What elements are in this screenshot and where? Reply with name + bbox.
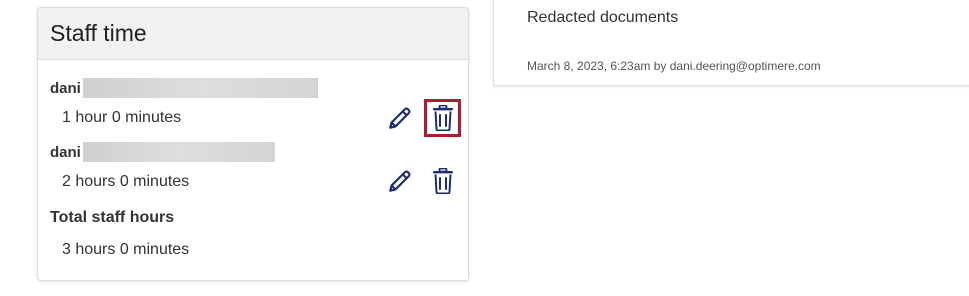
staff-entry-duration: 2 hours 0 minutes (62, 173, 190, 190)
staff-entry-name: dani (50, 78, 318, 98)
staff-entry-name-text: dani (50, 143, 81, 161)
trash-icon (433, 168, 453, 194)
document-meta: March 8, 2023, 6:23am by dani.deering@op… (527, 59, 821, 73)
document-panel: Redacted documents March 8, 2023, 6:23am… (493, 0, 969, 86)
document-title[interactable]: Redacted documents (527, 9, 678, 27)
staff-entry-duration: 1 hour 0 minutes (62, 109, 182, 126)
card-title: Staff time (50, 20, 147, 46)
card-header: Staff time (38, 8, 468, 60)
pencil-icon (389, 170, 411, 192)
pencil-icon (389, 107, 411, 129)
redacted-name-bar (82, 142, 275, 162)
redacted-name-bar (82, 78, 318, 98)
staff-time-card: Staff time dani 1 hour 0 minutes dani 2 … (37, 7, 469, 281)
total-staff-hours-label: Total staff hours (50, 209, 175, 226)
staff-entry-name: dani (50, 142, 275, 162)
delete-entry-button[interactable] (424, 99, 461, 137)
total-staff-hours-value: 3 hours 0 minutes (62, 241, 190, 258)
delete-entry-button[interactable] (426, 164, 460, 198)
edit-entry-button[interactable] (383, 101, 417, 135)
staff-entry-name-text: dani (50, 79, 81, 97)
trash-icon (432, 105, 453, 131)
edit-entry-button[interactable] (383, 164, 417, 198)
